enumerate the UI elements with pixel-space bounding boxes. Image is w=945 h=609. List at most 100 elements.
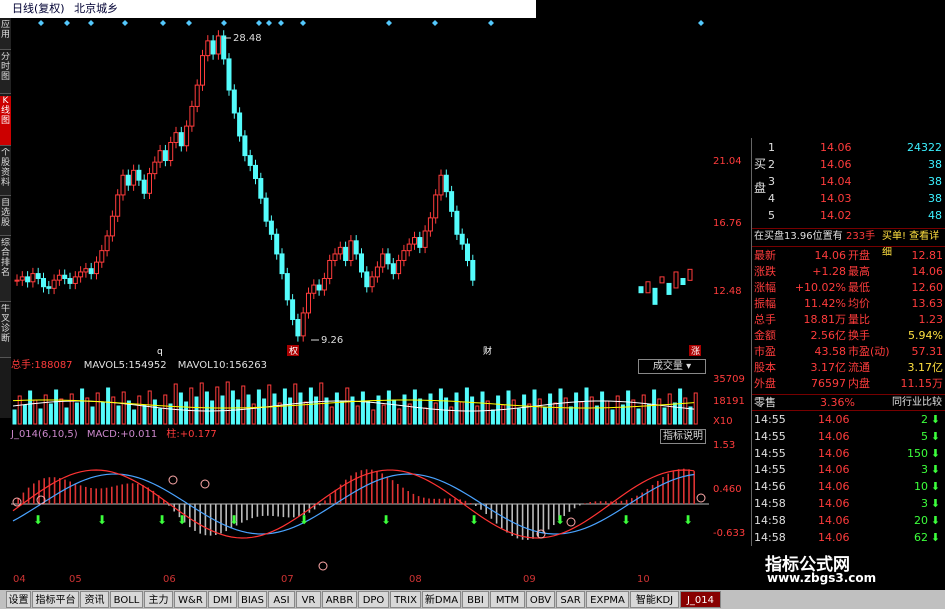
tick-row: 14:58 14.06 62 ⬇ <box>752 530 945 546</box>
candle <box>417 237 423 248</box>
bottom-tab-7[interactable]: BIAS <box>238 591 267 608</box>
candle <box>194 84 200 107</box>
candle <box>109 215 115 237</box>
event-marker-label[interactable]: 权 <box>289 345 298 357</box>
left-tab-6[interactable]: 牛叉诊断 <box>0 304 11 358</box>
bottom-tab-10[interactable]: ARBR <box>322 591 357 608</box>
stat-value: 43.58 <box>814 345 847 358</box>
tick-price: 14.06 <box>818 513 850 527</box>
volume-bar <box>688 406 693 425</box>
event-marker-label[interactable]: q <box>157 347 163 357</box>
candle <box>390 263 396 275</box>
bottom-tab-1[interactable]: 指标平台 <box>32 591 79 608</box>
volume-bar <box>449 406 454 425</box>
signal-diamond-icon <box>64 20 70 26</box>
bottom-tab-16[interactable]: OBV <box>526 591 555 608</box>
sell-arrow-icon: ⬇ <box>97 513 107 527</box>
stat-value: +1.28 <box>812 265 846 278</box>
stat-label: 最新 <box>754 249 776 262</box>
volume-bar <box>371 409 376 425</box>
tick-time: 14:58 <box>754 530 786 544</box>
volume-bar <box>693 392 698 425</box>
volume-bar <box>475 405 480 425</box>
left-tab-5[interactable]: 综合排名 <box>0 238 11 302</box>
volume-dropdown-label: 成交量 <box>652 361 683 372</box>
candle <box>136 169 142 181</box>
bottom-tab-12[interactable]: TRIX <box>390 591 421 608</box>
bottom-tab-18[interactable]: EXPMA <box>586 591 629 608</box>
left-tab-0[interactable]: 应用 <box>0 20 11 50</box>
bottom-tab-20[interactable]: J_014 <box>680 591 721 608</box>
event-marker-label[interactable]: 涨 <box>691 346 700 357</box>
tick-time: 14:55 <box>754 446 786 460</box>
indicator-help-label: 指标说明 <box>663 431 703 442</box>
left-tab-1[interactable]: 分时图 <box>0 52 11 94</box>
axis-tick-label: 35709 <box>713 374 745 385</box>
stat-label: 涨幅 <box>754 281 776 294</box>
bottom-tab-13[interactable]: 新DMA <box>422 591 461 608</box>
indicator-chart[interactable]: ⬇ ⬇ ⬇ ⬇ ⬇ ⬇ ⬇ ⬇ ⬇ ⬇ ⬇ <box>11 442 709 572</box>
left-tab-4[interactable]: 自选股 <box>0 198 11 236</box>
bottom-tab-0[interactable]: 设置 <box>6 591 31 608</box>
bid-row: 3 14.04 38 <box>752 174 945 190</box>
stat-row: 涨跌 +1.28 最高 14.06 <box>752 264 945 280</box>
stat-row: 振幅 11.42% 均价 13.63 <box>752 296 945 312</box>
candle <box>30 273 36 283</box>
candle <box>56 274 62 281</box>
volume-indicator-dropdown[interactable]: 成交量 ▾ <box>638 359 706 374</box>
low-price-label: 9.26 <box>321 335 343 346</box>
tick-price: 14.06 <box>818 446 850 460</box>
candle <box>427 217 433 232</box>
bottom-tab-6[interactable]: DMI <box>208 591 237 608</box>
bottom-tab-5[interactable]: W&R <box>174 591 207 608</box>
volume-bar <box>288 397 293 425</box>
volume-bar <box>111 396 116 425</box>
volume-bar <box>168 403 173 425</box>
candle <box>306 292 311 314</box>
event-marker-label[interactable]: 财 <box>483 345 492 357</box>
date-tick: 08 <box>409 574 422 585</box>
candle <box>99 250 105 263</box>
candle <box>652 287 658 305</box>
volume-bar <box>64 407 69 425</box>
candlestick-chart[interactable]: 28.48 9.26 q 权 财 涨 <box>11 18 709 358</box>
volume-bar <box>537 398 542 425</box>
bottom-tab-14[interactable]: BBI <box>462 591 489 608</box>
candle <box>205 40 211 57</box>
candle <box>62 274 68 280</box>
candle <box>316 284 322 291</box>
bottom-tab-3[interactable]: BOLL <box>110 591 143 608</box>
volume-chart[interactable] <box>11 374 709 426</box>
candle <box>141 179 147 194</box>
down-arrow-icon: ⬇ <box>930 530 940 544</box>
left-tab-3[interactable]: 个股资料 <box>0 148 11 196</box>
volume-bar <box>511 399 516 425</box>
bottom-tab-17[interactable]: SAR <box>556 591 585 608</box>
bottom-tab-4[interactable]: 主力 <box>144 591 173 608</box>
volume-bar <box>553 402 558 425</box>
volume-bar <box>90 406 95 425</box>
bottom-tab-9[interactable]: VR <box>296 591 321 608</box>
axis-tick-label: 21.04 <box>713 156 742 167</box>
tick-time: 14:58 <box>754 513 786 527</box>
bottom-tab-15[interactable]: MTM <box>490 591 525 608</box>
bid-level: 4 <box>768 192 775 205</box>
stat-value: 14.06 <box>911 265 944 278</box>
tick-price: 14.06 <box>818 480 850 494</box>
industry-compare-link[interactable]: 同行业比较 <box>892 395 942 411</box>
volume-bar <box>116 405 121 425</box>
bottom-tab-11[interactable]: DPO <box>358 591 389 608</box>
signal-diamonds <box>38 20 704 26</box>
candle <box>311 284 317 294</box>
bottom-tab-2[interactable]: 资讯 <box>80 591 109 608</box>
candle <box>231 89 237 114</box>
tick-time: 14:56 <box>754 480 786 494</box>
bottom-tab-19[interactable]: 智能KDJ <box>630 591 679 608</box>
candle <box>226 58 232 91</box>
bid-row: 1 14.06 24322 <box>752 140 945 156</box>
volume-bar <box>438 388 443 425</box>
bottom-tab-8[interactable]: ASI <box>268 591 295 608</box>
peak-price-label: 28.48 <box>233 33 262 44</box>
left-tab-2[interactable]: K线图 <box>0 96 11 146</box>
tick-time: 14:55 <box>754 429 786 443</box>
